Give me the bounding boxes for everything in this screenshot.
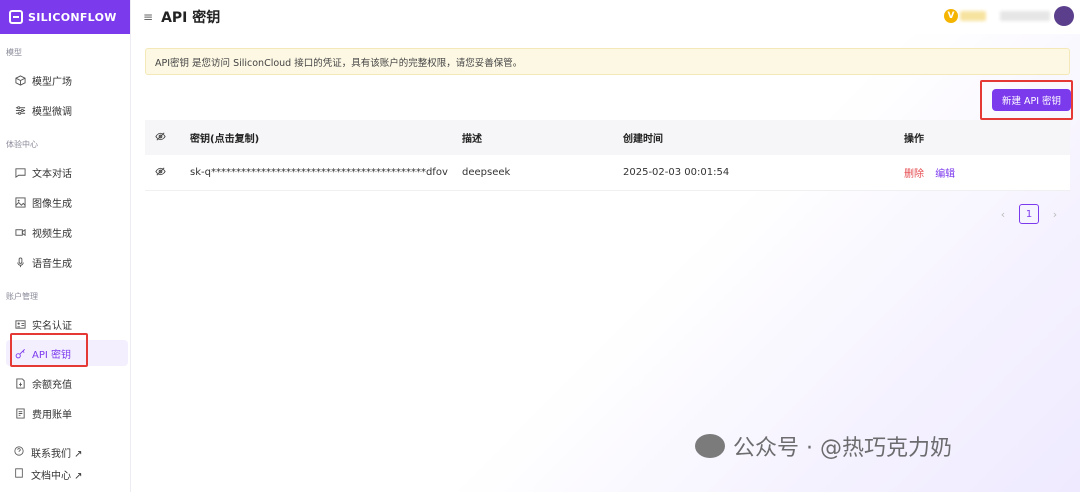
- edit-link[interactable]: 编辑: [935, 169, 955, 180]
- sidebar-item-billing[interactable]: 费用账单: [6, 400, 128, 426]
- sidebar-item-label: 模型微调: [32, 106, 72, 118]
- api-keys-table: 密钥(点击复制) 描述 创建时间 操作 sk-q****************…: [145, 120, 1070, 191]
- sidebar-item-video-gen[interactable]: 视频生成: [6, 219, 128, 245]
- contact-us-label: 联系我们 ↗: [31, 449, 83, 460]
- avatar[interactable]: [1054, 6, 1074, 26]
- column-header-description: 描述: [462, 134, 482, 145]
- bill-icon: [14, 407, 26, 419]
- sidebar-item-image-gen[interactable]: 图像生成: [6, 189, 128, 215]
- eye-off-icon[interactable]: [145, 166, 190, 180]
- sidebar-item-model-finetune[interactable]: 模型微调: [6, 97, 128, 123]
- brand-name: SILICONFLOW: [28, 10, 117, 24]
- user-area[interactable]: V: [944, 6, 1074, 26]
- sidebar-item-recharge[interactable]: 余额充值: [6, 370, 128, 396]
- delete-link[interactable]: 删除: [904, 169, 924, 180]
- pagination: ‹ 1 ›: [995, 204, 1063, 224]
- main-content: API密钥 是您访问 SiliconCloud 接口的凭证，具有该账户的完整权限…: [131, 34, 1080, 492]
- logo-icon: [9, 10, 23, 24]
- sidebar-item-text-chat[interactable]: 文本对话: [6, 159, 128, 185]
- eye-off-icon[interactable]: [145, 131, 190, 145]
- section-title-playground: 体验中心: [6, 140, 38, 149]
- sidebar-item-model-square[interactable]: 模型广场: [6, 67, 128, 93]
- docs-label: 文档中心 ↗: [31, 471, 83, 482]
- prev-page-icon[interactable]: ‹: [995, 208, 1011, 221]
- next-page-icon[interactable]: ›: [1047, 208, 1063, 221]
- api-key-value[interactable]: sk-q************************************…: [190, 167, 462, 178]
- help-icon: [14, 446, 26, 459]
- blurred-username: [1000, 11, 1050, 21]
- sidebar-item-label: 费用账单: [32, 409, 72, 421]
- sidebar-item-label: 余额充值: [32, 379, 72, 391]
- sidebar-item-label: 实名认证: [32, 320, 72, 332]
- key-icon: [14, 347, 26, 359]
- sidebar-item-label: 语音生成: [32, 258, 72, 270]
- new-api-key-button[interactable]: 新建 API 密钥: [992, 89, 1071, 111]
- table-header: 密钥(点击复制) 描述 创建时间 操作: [145, 120, 1070, 155]
- brand-logo[interactable]: SILICONFLOW: [0, 0, 130, 34]
- menu-icon[interactable]: ≡: [143, 10, 153, 24]
- image-icon: [14, 196, 26, 208]
- page-title: API 密钥: [161, 10, 221, 26]
- wechat-icon: [695, 434, 725, 458]
- cube-icon: [14, 74, 26, 86]
- notice-banner: API密钥 是您访问 SiliconCloud 接口的凭证，具有该账户的完整权限…: [145, 48, 1070, 75]
- sidebar-item-label: 文本对话: [32, 168, 72, 180]
- column-header-actions: 操作: [904, 134, 924, 145]
- sidebar-item-label: API 密钥: [32, 349, 71, 361]
- top-bar: ≡ API 密钥 V: [131, 0, 1080, 34]
- column-header-key: 密钥(点击复制): [190, 134, 260, 145]
- sidebar-item-label: 图像生成: [32, 198, 72, 210]
- sidebar-item-label: 模型广场: [32, 76, 72, 88]
- table-row: sk-q************************************…: [145, 155, 1070, 191]
- watermark-text: 公众号 · @热巧克力奶: [733, 436, 952, 461]
- mic-icon: [14, 256, 26, 268]
- sidebar-item-label: 视频生成: [32, 228, 72, 240]
- video-icon: [14, 226, 26, 238]
- sidebar-item-api-keys[interactable]: API 密钥: [6, 340, 128, 366]
- sidebar: SILICONFLOW 模型 模型广场 模型微调 体验中心 文本对话 图像生成 …: [0, 0, 131, 492]
- contact-us-link[interactable]: 联系我们 ↗: [14, 445, 83, 460]
- page-number-current[interactable]: 1: [1019, 204, 1039, 224]
- column-header-created: 创建时间: [623, 134, 663, 145]
- section-title-models: 模型: [6, 48, 22, 57]
- id-card-icon: [14, 318, 26, 330]
- docs-link[interactable]: 文档中心 ↗: [14, 467, 83, 482]
- section-title-account: 账户管理: [6, 292, 38, 301]
- sidebar-item-verification[interactable]: 实名认证: [6, 311, 128, 337]
- blurred-balance: [960, 11, 986, 21]
- row-actions: 删除 编辑: [904, 165, 1070, 180]
- api-key-created-time: 2025-02-03 00:01:54: [623, 167, 730, 178]
- api-key-description: deepseek: [462, 167, 511, 178]
- vip-badge-icon: V: [944, 9, 958, 23]
- sidebar-item-speech-gen[interactable]: 语音生成: [6, 249, 128, 275]
- wallet-icon: [14, 377, 26, 389]
- sliders-icon: [14, 104, 26, 116]
- chat-icon: [14, 166, 26, 178]
- watermark: 公众号 · @热巧克力奶: [695, 430, 952, 462]
- doc-icon: [14, 468, 26, 481]
